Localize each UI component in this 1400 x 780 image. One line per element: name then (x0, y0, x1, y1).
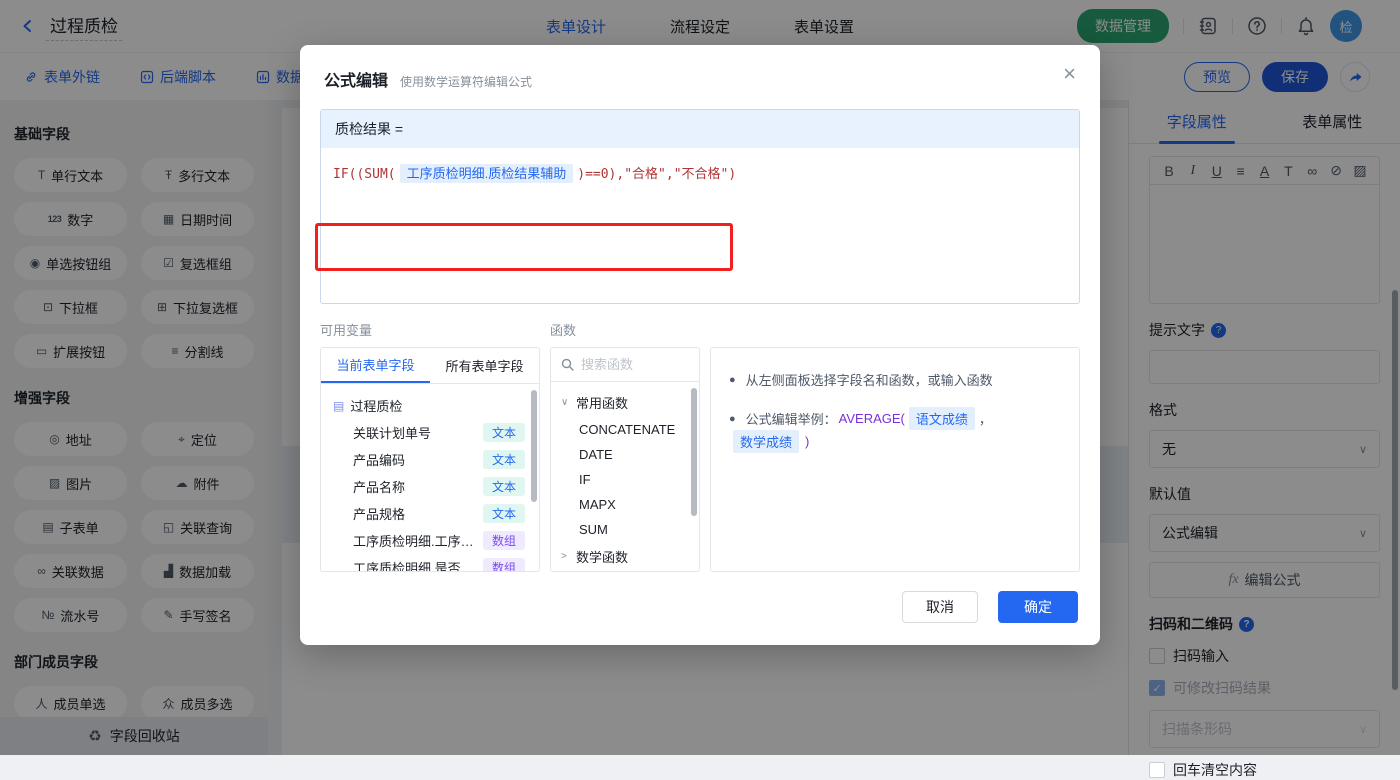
variable-name: 关联计划单号 (353, 423, 431, 442)
variables-tab-1[interactable]: 当前表单字段 (321, 348, 430, 383)
variable-type-badge: 文本 (483, 477, 525, 496)
function-group-常用函数[interactable]: ∨ 常用函数 (559, 388, 691, 417)
function-search-input[interactable] (581, 357, 681, 372)
enter-clear-checkbox-row[interactable]: 回车清空内容 (1149, 760, 1380, 780)
variable-item[interactable]: 产品编码 文本 (327, 446, 533, 473)
bullet-icon: ● (729, 374, 736, 386)
variable-name: 工序质检明细.工序名称 (353, 531, 481, 550)
variable-item[interactable]: 工序质检明细.工序名称数组 (327, 527, 533, 554)
checkbox-unchecked[interactable] (1149, 762, 1165, 778)
function-item-IF[interactable]: IF (559, 467, 691, 492)
variable-item[interactable]: 产品规格 文本 (327, 500, 533, 527)
functions-panel: ∨ 常用函数 CONCATENATEDATEIFMAPXSUM > 数学函数 >文本函数 (550, 347, 700, 572)
cancel-button[interactable]: 取消 (902, 591, 978, 623)
variable-name: 产品规格 (353, 504, 405, 523)
variable-type-badge: 数组 (483, 531, 525, 550)
variable-item[interactable]: 关联计划单号 文本 (327, 419, 533, 446)
function-item-SUM[interactable]: SUM (559, 517, 691, 542)
formula-box: 质检结果 = IF((SUM( 工序质检明细.质检结果辅助)==0),"合格","… (320, 109, 1080, 304)
caret-down-icon: ∨ (561, 397, 571, 408)
formula-target: 质检结果 = (321, 110, 1079, 148)
function-group-label: 常用函数 (576, 393, 628, 412)
bullet-icon: ● (729, 413, 736, 425)
function-group-数学函数[interactable]: > 数学函数 (559, 542, 691, 571)
modal-subtitle: 使用数学运算符编辑公式 (400, 73, 532, 90)
variables-panel: 当前表单字段所有表单字段 ▤ 过程质检 关联计划单号文本产品编码文本产品名称文本… (320, 347, 540, 572)
formula-hints-panel: ● 从左侧面板选择字段名和函数，或输入函数 ● 公式编辑举例：AVERAGE( … (710, 347, 1080, 572)
form-doc-icon: ▤ (333, 399, 344, 413)
function-item-CONCATENATE[interactable]: CONCATENATE (559, 417, 691, 442)
formula-prefix: IF((SUM( (333, 167, 396, 182)
caret-right-icon: > (561, 551, 571, 562)
formula-suffix: )==0),"合格","不合格") (577, 167, 736, 182)
formula-editor-modal: 公式编辑 使用数学运算符编辑公式 × 质检结果 = IF((SUM( 工序质检明细… (300, 45, 1100, 645)
example-field-chip: 语文成绩 (909, 407, 975, 430)
function-group-label: 数学函数 (576, 547, 628, 566)
hint-line-1: ● 从左侧面板选择字段名和函数，或输入函数 (729, 370, 1061, 389)
variable-type-badge: 数组 (483, 558, 525, 572)
variable-name: 工序质检明细.是否需... (353, 558, 481, 572)
search-icon (561, 358, 574, 371)
variable-type-badge: 文本 (483, 423, 525, 442)
formula-field-chip[interactable]: 工序质检明细.质检结果辅助 (400, 164, 574, 183)
function-item-MAPX[interactable]: MAPX (559, 492, 691, 517)
functions-scrollbar[interactable] (691, 388, 697, 516)
variable-type-badge: 文本 (483, 450, 525, 469)
close-icon[interactable]: × (1063, 63, 1076, 85)
confirm-button[interactable]: 确定 (998, 591, 1078, 623)
modal-title: 公式编辑 (324, 67, 388, 91)
function-group-文本函数[interactable]: >文本函数 (559, 571, 691, 572)
variables-label: 可用变量 (320, 320, 550, 339)
example-function: AVERAGE( (839, 411, 905, 426)
variable-name: 产品名称 (353, 477, 405, 496)
example-field-chip: 数学成绩 (733, 430, 799, 453)
variables-root-node[interactable]: ▤ 过程质检 (327, 392, 533, 419)
formula-expression[interactable]: IF((SUM( 工序质检明细.质检结果辅助)==0),"合格","不合格") (321, 148, 1079, 303)
variable-item[interactable]: 工序质检明细.是否需...数组 (327, 554, 533, 572)
variable-type-badge: 文本 (483, 504, 525, 523)
variables-scrollbar[interactable] (531, 390, 537, 502)
hint-line-2: ● 公式编辑举例：AVERAGE( 语文成绩，数学成绩) (729, 407, 1061, 453)
function-search[interactable] (551, 348, 699, 382)
variables-tab-2[interactable]: 所有表单字段 (430, 348, 539, 383)
variable-item[interactable]: 产品名称 文本 (327, 473, 533, 500)
variable-name: 产品编码 (353, 450, 405, 469)
function-item-DATE[interactable]: DATE (559, 442, 691, 467)
functions-label: 函数 (550, 320, 576, 339)
